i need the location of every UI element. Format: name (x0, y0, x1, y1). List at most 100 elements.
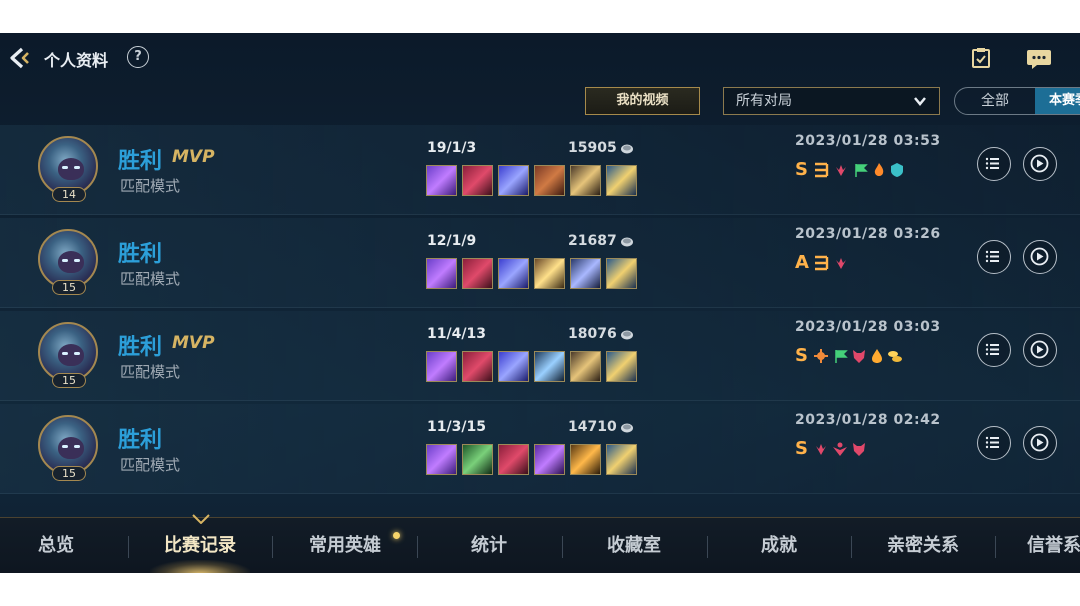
item-icon[interactable] (570, 258, 601, 289)
replay-icon (1030, 247, 1049, 266)
match-row[interactable]: 14 胜利 MVP 匹配模式 19/1/3 15905 2023/01/28 0… (0, 125, 1080, 218)
triple-kill-icon (815, 162, 829, 178)
tab-credit-system[interactable]: 信誉系统 (1027, 518, 1080, 573)
item-icon[interactable] (498, 258, 529, 289)
match-mode: 匹配模式 (120, 177, 181, 195)
kda: 12/1/9 (427, 233, 477, 249)
item-icon[interactable] (498, 165, 529, 196)
wings-icon (816, 444, 826, 455)
item-icon[interactable] (534, 351, 565, 382)
item-icon[interactable] (426, 351, 457, 382)
segment-all[interactable]: 全部 (955, 88, 1035, 114)
top-bar: 个人资料 ? (0, 33, 1080, 85)
coins-icon (888, 351, 902, 362)
match-detail-button[interactable] (977, 147, 1011, 181)
tab-divider (417, 536, 418, 558)
notification-dot (393, 532, 400, 539)
item-icon[interactable] (498, 351, 529, 382)
item-icon[interactable] (534, 165, 565, 196)
replay-button[interactable] (1023, 426, 1057, 460)
item-icon[interactable] (462, 351, 493, 382)
tab-achievements[interactable]: 成就 (715, 518, 843, 573)
page-title: 个人资料 (44, 51, 109, 70)
kda: 11/4/13 (427, 326, 486, 342)
flag-icon (855, 164, 868, 177)
item-icon[interactable] (498, 444, 529, 475)
item-icon[interactable] (606, 444, 637, 475)
match-detail-button[interactable] (977, 240, 1011, 274)
item-icon[interactable] (570, 165, 601, 196)
performance-grade: S (795, 345, 808, 366)
match-result: 胜利 (118, 428, 163, 453)
hero-level-badge: 14 (52, 187, 86, 202)
item-icon[interactable] (534, 258, 565, 289)
match-time: 2023/01/28 02:42 (795, 412, 941, 428)
tab-favorite-heroes[interactable]: 常用英雄 (280, 518, 410, 573)
gold-coin-icon (621, 423, 633, 433)
hero-level-badge: 15 (52, 466, 86, 481)
tab-divider (128, 536, 129, 558)
gold-coin-icon (621, 144, 633, 154)
replay-button[interactable] (1023, 240, 1057, 274)
my-videos-button[interactable]: 我的视频 (585, 87, 700, 115)
checklist-icon[interactable] (970, 47, 992, 69)
drop-icon (872, 349, 882, 363)
chevron-down-icon (914, 97, 926, 106)
item-icon[interactable] (462, 258, 493, 289)
bottom-tab-bar: 总览 比赛记录 常用英雄 统计 收藏室 成就 亲密关系 信誉系统 (0, 514, 1080, 573)
match-result: 胜利 (118, 149, 163, 174)
match-detail-button[interactable] (977, 333, 1011, 367)
shield-icon (891, 163, 903, 177)
match-time: 2023/01/28 03:26 (795, 226, 941, 242)
segment-season[interactable]: 本赛季 (1035, 88, 1080, 114)
item-icon[interactable] (462, 165, 493, 196)
list-icon (985, 436, 999, 449)
match-result: 胜利 (118, 242, 163, 267)
gold-coin-icon (621, 237, 633, 247)
item-icon[interactable] (426, 165, 457, 196)
tab-collection[interactable]: 收藏室 (570, 518, 698, 573)
item-icon[interactable] (606, 351, 637, 382)
match-time: 2023/01/28 03:03 (795, 319, 941, 335)
chat-icon[interactable] (1026, 49, 1052, 69)
replay-icon (1030, 154, 1049, 173)
tab-divider (562, 536, 563, 558)
triple-kill-icon (815, 255, 829, 271)
item-icon[interactable] (570, 444, 601, 475)
item-icon[interactable] (426, 444, 457, 475)
fire-icon (874, 163, 884, 176)
match-row[interactable]: 15 胜利 匹配模式 12/1/9 21687 2023/01/28 03:26… (0, 218, 1080, 311)
list-icon (985, 250, 999, 263)
back-arrow-icon[interactable] (8, 45, 34, 71)
wings-icon (836, 165, 846, 176)
hero-level-badge: 15 (52, 280, 86, 295)
gold-amount: 18076 (568, 326, 617, 342)
season-segment: 全部 本赛季 (954, 87, 1080, 115)
hero-level-badge: 15 (52, 373, 86, 388)
item-icon[interactable] (606, 258, 637, 289)
demon-icon (853, 350, 865, 363)
item-icon[interactable] (462, 444, 493, 475)
performance-grade: S (795, 159, 808, 180)
match-detail-button[interactable] (977, 426, 1011, 460)
gold-amount: 21687 (568, 233, 617, 249)
help-icon[interactable]: ? (127, 46, 149, 68)
item-icon[interactable] (426, 258, 457, 289)
tab-match-history[interactable]: 比赛记录 (135, 518, 265, 573)
wings-icon (836, 258, 846, 269)
item-icon[interactable] (606, 165, 637, 196)
tab-overview[interactable]: 总览 (0, 518, 112, 573)
replay-button[interactable] (1023, 333, 1057, 367)
tab-relationships[interactable]: 亲密关系 (858, 518, 988, 573)
item-icon[interactable] (570, 351, 601, 382)
replay-button[interactable] (1023, 147, 1057, 181)
match-row[interactable]: 15 胜利 匹配模式 11/3/15 14710 2023/01/28 02:4… (0, 404, 1080, 497)
gold-amount: 14710 (568, 419, 617, 435)
match-row[interactable]: 15 胜利 MVP 匹配模式 11/4/13 18076 2023/01/28 … (0, 311, 1080, 404)
mvp-label: MVP (172, 147, 215, 167)
match-type-select[interactable]: 所有对局 (723, 87, 940, 115)
demon-icon (853, 443, 865, 456)
tab-statistics[interactable]: 统计 (425, 518, 553, 573)
replay-icon (1030, 433, 1049, 452)
item-icon[interactable] (534, 444, 565, 475)
